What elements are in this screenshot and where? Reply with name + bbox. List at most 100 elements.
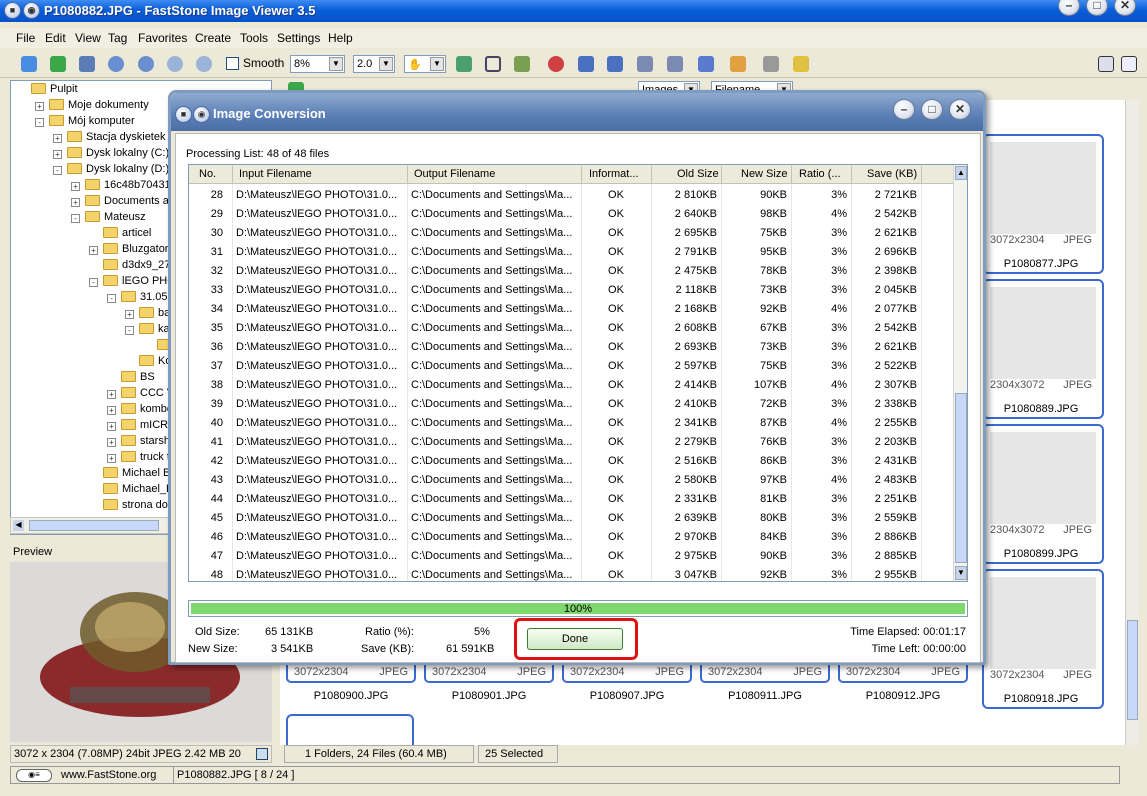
tree-item[interactable]: + Documents and [71, 195, 181, 211]
scroll-up-icon[interactable]: ▲ [955, 166, 967, 180]
expand-icon[interactable]: + [71, 198, 80, 207]
tree-item[interactable]: - Dysk lokalny (D:) [53, 163, 169, 179]
tree-item[interactable]: articel [103, 227, 151, 243]
tree-item[interactable]: d3dx9_27. [103, 259, 173, 275]
email-icon[interactable] [730, 56, 746, 72]
collapse-icon[interactable]: - [107, 294, 116, 303]
browse-icon[interactable] [50, 56, 66, 72]
layout-icon[interactable] [1098, 56, 1114, 72]
tree-item[interactable]: + Moje dokumenty [35, 99, 149, 115]
thumbnail[interactable]: 3072x2304 JPEG [982, 569, 1104, 709]
dialog-system-icon[interactable]: ■ [175, 106, 192, 123]
table-row[interactable]: 41 D:\Mateusz\lEGO PHOTO\31.0... C:\Docume… [189, 433, 953, 452]
expand-icon[interactable]: + [53, 134, 62, 143]
expand-icon[interactable]: + [89, 246, 98, 255]
expand-icon[interactable]: + [125, 310, 134, 319]
col-ratio[interactable]: Ratio (... [799, 168, 841, 180]
table-row[interactable]: 48 D:\Mateusz\lEGO PHOTO\31.0... C:\Docume… [189, 566, 953, 581]
tree-item[interactable]: strona do k [103, 499, 176, 515]
expand-icon[interactable]: + [107, 454, 116, 463]
table-row[interactable]: 42 D:\Mateusz\lEGO PHOTO\31.0... C:\Docume… [189, 452, 953, 471]
table-row[interactable]: 32 D:\Mateusz\lEGO PHOTO\31.0... C:\Docume… [189, 262, 953, 281]
table-row[interactable]: 46 D:\Mateusz\lEGO PHOTO\31.0... C:\Docume… [189, 528, 953, 547]
table-row[interactable]: 33 D:\Mateusz\lEGO PHOTO\31.0... C:\Docume… [189, 281, 953, 300]
table-row[interactable]: 37 D:\Mateusz\lEGO PHOTO\31.0... C:\Docume… [189, 357, 953, 376]
thumbnail[interactable]: 3072x2304 JPEG [700, 663, 830, 683]
thumbnail[interactable]: 2304x3072 JPEG [982, 424, 1104, 564]
dialog-menu-icon[interactable]: ◉ [193, 106, 210, 123]
window-menu-icon[interactable]: ◉ [23, 2, 40, 19]
fullscreen-icon[interactable] [1121, 56, 1137, 72]
thumbnail[interactable]: 3072x2304 JPEG [286, 663, 416, 683]
prev-icon[interactable] [108, 56, 124, 72]
print-icon[interactable] [763, 56, 779, 72]
expand-icon[interactable]: + [71, 182, 80, 191]
tree-item[interactable]: - Mój komputer [35, 115, 135, 131]
col-info[interactable]: Informat... [589, 168, 639, 180]
menu-help[interactable]: Help [328, 31, 353, 45]
col-no[interactable]: No. [199, 168, 216, 180]
crop-icon[interactable] [485, 56, 501, 72]
scroll-left-icon[interactable]: ◀ [13, 520, 24, 531]
tree-item[interactable]: + Dysk lokalny (C:) [53, 147, 169, 163]
zoom-in-icon[interactable] [167, 56, 183, 72]
website-link[interactable]: www.FastStone.org [61, 769, 156, 781]
resize-icon[interactable] [456, 56, 472, 72]
thumbnail[interactable]: 3072x2304 JPEG [838, 663, 968, 683]
tree-item[interactable]: - 31.05 [107, 291, 168, 307]
expand-icon[interactable]: + [107, 406, 116, 415]
menu-create[interactable]: Create [195, 31, 231, 45]
thumbnail[interactable]: 3072x2304 JPEG [982, 134, 1104, 274]
table-vscrollbar[interactable]: ▲ ▼ [953, 165, 967, 581]
table-row[interactable]: 30 D:\Mateusz\lEGO PHOTO\31.0... C:\Docume… [189, 224, 953, 243]
tree-item[interactable]: +16c48b704311 [71, 179, 176, 195]
menu-tag[interactable]: Tag [108, 31, 127, 45]
tree-item[interactable]: + kombq [107, 403, 173, 419]
table-row[interactable]: 35 D:\Mateusz\lEGO PHOTO\31.0... C:\Docume… [189, 319, 953, 338]
slideshow-icon[interactable] [698, 56, 714, 72]
open-icon[interactable] [21, 56, 37, 72]
gallery-vscroll-thumb[interactable] [1127, 620, 1138, 720]
thumbnail[interactable]: 3072x2304 JPEG [424, 663, 554, 683]
menu-tools[interactable]: Tools [240, 31, 268, 45]
zoom-out-icon[interactable] [196, 56, 212, 72]
menu-view[interactable]: View [75, 31, 101, 45]
next-icon[interactable] [138, 56, 154, 72]
zoom-select[interactable]: 8% ▼ [290, 55, 345, 73]
ratio-select[interactable]: 2.0 ▼ [353, 55, 395, 73]
table-row[interactable]: 44 D:\Mateusz\lEGO PHOTO\31.0... C:\Docume… [189, 490, 953, 509]
menu-file[interactable]: File [16, 31, 35, 45]
collapse-icon[interactable]: - [125, 326, 134, 335]
table-row[interactable]: 39 D:\Mateusz\lEGO PHOTO\31.0... C:\Docume… [189, 395, 953, 414]
table-row[interactable]: 29 D:\Mateusz\lEGO PHOTO\31.0... C:\Docume… [189, 205, 953, 224]
collapse-icon[interactable]: - [53, 166, 62, 175]
maximize-button[interactable]: □ [1086, 0, 1108, 16]
compare-icon[interactable] [637, 56, 653, 72]
table-row[interactable]: 31 D:\Mateusz\lEGO PHOTO\31.0... C:\Docume… [189, 243, 953, 262]
menu-settings[interactable]: Settings [277, 31, 320, 45]
table-row[interactable]: 36 D:\Mateusz\lEGO PHOTO\31.0... C:\Docume… [189, 338, 953, 357]
minimize-button[interactable]: – [1058, 0, 1080, 16]
smooth-checkbox[interactable] [226, 57, 239, 70]
dialog-minimize-button[interactable]: – [893, 99, 915, 120]
tree-item[interactable]: + Bluzgator 1 [89, 243, 178, 259]
table-row[interactable]: 38 D:\Mateusz\lEGO PHOTO\31.0... C:\Docume… [189, 376, 953, 395]
thumbnail[interactable]: 2304x3072 JPEG [982, 279, 1104, 419]
rotate-right-icon[interactable] [607, 56, 623, 72]
thumbnail[interactable]: 3072x2304 JPEG [562, 663, 692, 683]
close-button[interactable]: ✕ [1114, 0, 1136, 16]
col-old-size[interactable]: Old Size [677, 168, 719, 180]
filmstrip-icon[interactable] [667, 56, 683, 72]
menu-favorites[interactable]: Favorites [138, 31, 187, 45]
collapse-icon[interactable]: - [89, 278, 98, 287]
tree-item[interactable]: + starshi [107, 435, 172, 451]
scroll-down-icon[interactable]: ▼ [955, 566, 967, 580]
table-row[interactable]: 45 D:\Mateusz\lEGO PHOTO\31.0... C:\Docume… [189, 509, 953, 528]
dialog-maximize-button[interactable]: □ [921, 99, 943, 120]
hand-tool-select[interactable]: ✋ ▼ [404, 55, 446, 73]
expand-icon[interactable]: + [53, 150, 62, 159]
tree-item[interactable]: + Stacja dyskietek 3, [53, 131, 178, 147]
save-icon[interactable] [79, 56, 95, 72]
table-row[interactable]: 43 D:\Mateusz\lEGO PHOTO\31.0... C:\Docume… [189, 471, 953, 490]
tree-item[interactable]: BS [121, 371, 155, 387]
